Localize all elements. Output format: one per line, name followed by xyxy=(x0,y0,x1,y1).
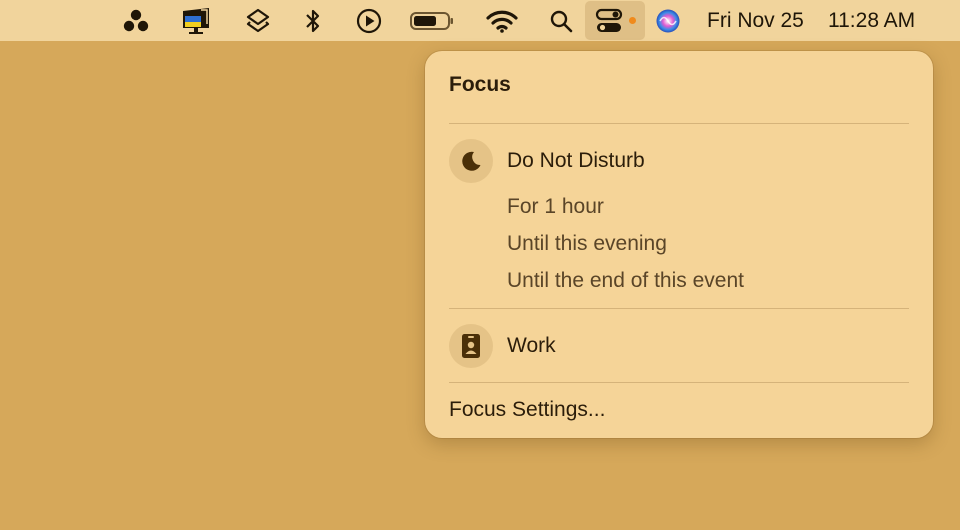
dnd-option-1-hour[interactable]: For 1 hour xyxy=(507,195,604,219)
id-badge-icon xyxy=(449,324,493,368)
bluetooth-icon[interactable] xyxy=(298,0,328,41)
dnd-option-end-of-event[interactable]: Until the end of this event xyxy=(507,269,744,293)
focus-mode-label: Do Not Disturb xyxy=(507,149,645,172)
focus-mode-work[interactable]: Work xyxy=(449,324,556,368)
focus-indicator-dot xyxy=(629,17,636,24)
layers-icon[interactable] xyxy=(240,0,276,41)
monitor-flag-icon[interactable] xyxy=(176,0,216,41)
focus-menu-panel: Focus Do Not Disturb For 1 hour Until th… xyxy=(425,51,933,438)
play-circle-icon[interactable] xyxy=(352,0,386,41)
panel-title: Focus xyxy=(449,73,511,96)
control-center-icon[interactable] xyxy=(585,1,645,40)
divider xyxy=(449,308,909,309)
flower-app-icon[interactable] xyxy=(118,0,154,41)
menubar-date[interactable]: Fri Nov 25 xyxy=(707,0,804,41)
focus-settings-button[interactable]: Focus Settings... xyxy=(449,398,605,422)
divider xyxy=(449,123,909,124)
focus-mode-do-not-disturb[interactable]: Do Not Disturb xyxy=(449,139,645,183)
menu-bar: Fri Nov 25 11:28 AM xyxy=(0,0,960,41)
focus-mode-label: Work xyxy=(507,334,556,357)
dnd-option-evening[interactable]: Until this evening xyxy=(507,232,667,256)
wifi-icon[interactable] xyxy=(484,0,520,41)
siri-icon[interactable] xyxy=(652,0,684,41)
divider xyxy=(449,382,909,383)
search-icon[interactable] xyxy=(546,0,576,41)
battery-icon[interactable] xyxy=(408,0,456,41)
menubar-time[interactable]: 11:28 AM xyxy=(828,0,915,41)
moon-icon xyxy=(449,139,493,183)
